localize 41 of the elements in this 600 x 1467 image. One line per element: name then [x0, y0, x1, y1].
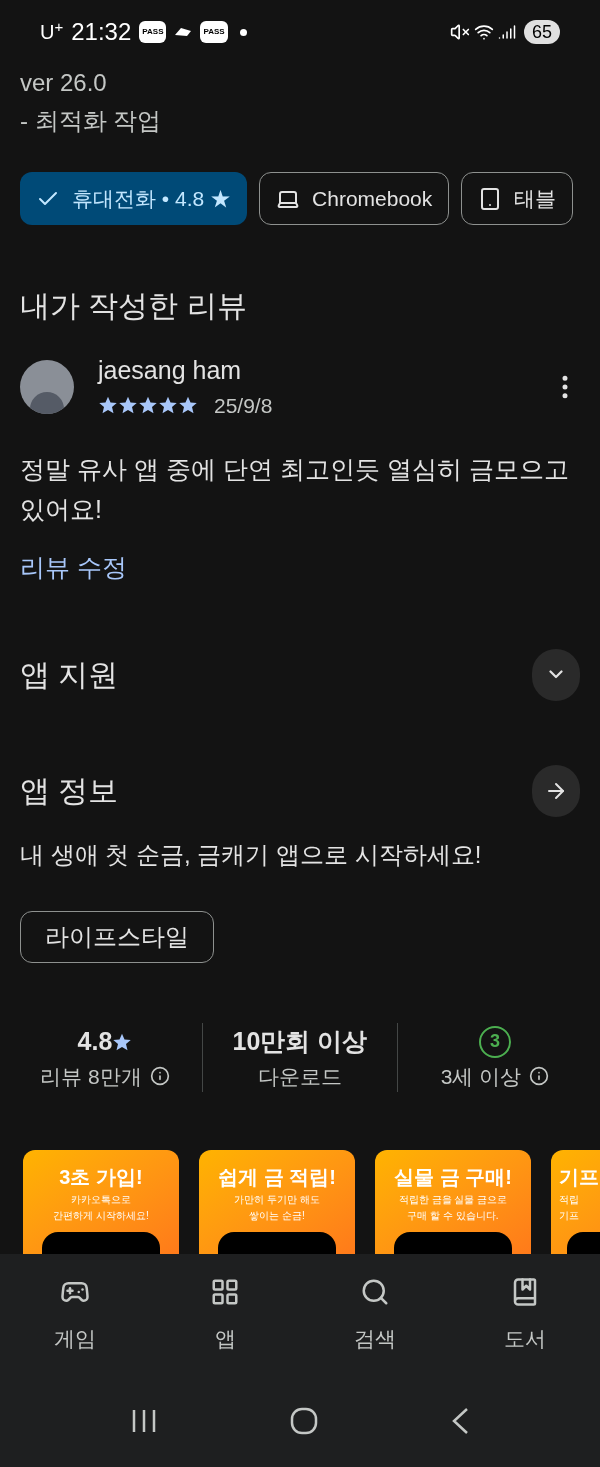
nav-tab[interactable]: 도서 [450, 1273, 600, 1355]
screenshot-caption: 쌓이는 순금! [249, 1209, 305, 1223]
section-heading: 내가 작성한 리뷰 [19, 288, 248, 324]
screenshot-caption: 가만히 두기만 해도 [234, 1193, 320, 1207]
release-note: - 최적화 작업 [20, 106, 163, 136]
section-title: 앱 지원 [20, 657, 119, 693]
nav-tab[interactable]: 앱 [150, 1273, 300, 1355]
screenshot-caption: 기프 [559, 1209, 579, 1223]
review-date: 25/9/8 [214, 392, 273, 419]
category-chip[interactable]: 라이프스타일 [20, 910, 214, 963]
screenshot-headline: 3초 가입! [59, 1165, 143, 1190]
screenshot-headline: 실물 금 구매! [394, 1165, 512, 1190]
device-chip[interactable]: 휴대전화 • 4.8 ★ [20, 172, 248, 225]
section-title: 앱 정보 [20, 773, 119, 809]
screenshot-caption: 간편하게 시작하세요! [53, 1209, 149, 1223]
screenshot-caption: 적립 [559, 1193, 579, 1207]
device-chip[interactable]: Chromebook [259, 172, 450, 225]
nav-tab[interactable]: 게임 [0, 1273, 150, 1355]
notification-badge: PASS [139, 21, 167, 43]
battery-indicator: 65 [523, 20, 560, 44]
age-rating-icon: 3 [479, 1025, 511, 1058]
device-chip[interactable]: 태블 [461, 172, 574, 225]
carrier-label: U$^{+}$ [40, 17, 64, 45]
screenshot-headline: 쉽게 금 적립! [218, 1165, 336, 1190]
release-note: ver 26.0 [20, 68, 108, 98]
screenshot-caption: 적립한 금을 실물 금으로 [398, 1193, 508, 1207]
stat-label: 리뷰 8만개 [40, 1063, 142, 1090]
screenshot-caption: 카카오톡으로 [71, 1193, 131, 1207]
clock: 21:32 [71, 17, 132, 47]
screenshot-headline: 기프 [559, 1165, 599, 1190]
screenshot-caption: 구매 할 수 있습니다. [407, 1209, 499, 1223]
stat-label: 다운로드 [258, 1063, 342, 1090]
notification-badge: PASS [200, 21, 228, 43]
reviewer-name: jaesang ham [98, 355, 243, 386]
nav-tab[interactable]: 검색 [300, 1273, 450, 1355]
stat-label: 3세 이상 [440, 1063, 522, 1090]
app-description: 내 생애 첫 순금, 금캐기 앱으로 시작하세요! [19, 839, 483, 870]
stat-value: 10만회 이상 [232, 1025, 368, 1057]
review-text: 정말 유사 앱 중에 단연 최고인듯 열심히 금모으고 있어요! [19, 454, 570, 525]
stat-value: 4.8 [77, 1025, 113, 1057]
edit-review-link[interactable]: 리뷰 수정 [20, 549, 127, 587]
